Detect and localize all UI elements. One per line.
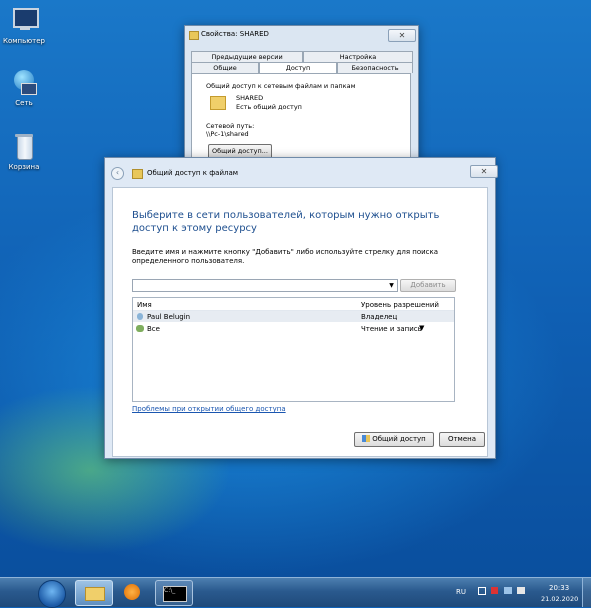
show-desktop-button[interactable] [582, 578, 591, 607]
network-icon [9, 68, 39, 96]
column-header-permission[interactable]: Уровень разрешений [361, 301, 439, 309]
desktop-icon-recycle-bin[interactable]: Корзина [0, 132, 54, 171]
row-permission: Владелец [361, 313, 398, 321]
properties-window: Свойства: SHARED ✕ Предыдущие версии Нас… [184, 25, 419, 162]
folder-icon [189, 31, 199, 40]
taskbar: C:\_ RU 20:33 21.02.2020 [0, 577, 591, 608]
terminal-icon: C:\_ [163, 586, 187, 602]
tabs-row-bottom: Общие Доступ Безопасность [191, 62, 413, 74]
add-button[interactable]: Добавить [400, 279, 456, 292]
desktop-icon-network[interactable]: Сеть [0, 68, 54, 107]
taskbar-cmd[interactable]: C:\_ [155, 580, 193, 606]
computer-icon [9, 6, 39, 34]
taskbar-explorer[interactable] [75, 580, 113, 606]
desktop-icon-label: Корзина [8, 163, 40, 171]
chevron-down-icon[interactable]: ▼ [387, 280, 396, 291]
language-indicator[interactable]: RU [456, 588, 466, 596]
network-path-label: Сетевой путь: [206, 122, 255, 130]
tray-expand-icon[interactable] [478, 587, 486, 595]
dialog-heading: Выберите в сети пользователей, которым н… [132, 210, 440, 234]
share-dialog: ‹ Общий доступ к файлам ✕ Выберите в сет… [104, 157, 498, 459]
dialog-content: Выберите в сети пользователей, которым н… [112, 187, 488, 457]
row-name: Paul Belugin [147, 313, 191, 321]
close-button[interactable]: ✕ [470, 165, 498, 178]
group-label: Общий доступ к сетевым файлам и папкам [206, 82, 356, 90]
share-button-label: Общий доступ [372, 435, 426, 443]
desktop-icon-computer[interactable]: Компьютер [0, 6, 54, 45]
tab-general[interactable]: Общие [191, 62, 259, 73]
tab-security[interactable]: Безопасность [337, 62, 413, 73]
table-row[interactable]: Все Чтение и запись ▼ [133, 323, 454, 334]
users-list: Имя Уровень разрешений Paul Belugin Влад… [132, 297, 455, 402]
column-header-name[interactable]: Имя [137, 301, 152, 309]
permission-dropdown-icon[interactable]: ▼ [419, 324, 424, 332]
row-name: Все [147, 325, 160, 333]
help-link[interactable]: Проблемы при открытии общего доступа [132, 405, 286, 413]
shared-folder-icon [210, 96, 226, 110]
share-users-icon [132, 169, 143, 179]
action-center-icon[interactable] [491, 587, 498, 594]
folder-icon [85, 587, 105, 601]
shield-icon [362, 435, 371, 442]
close-button[interactable]: ✕ [388, 29, 416, 42]
dialog-title: Общий доступ к файлам [147, 169, 239, 177]
media-player-icon [124, 584, 140, 600]
tabs-row-top: Предыдущие версии Настройка [191, 51, 413, 62]
desktop-icon-label: Компьютер [3, 37, 45, 45]
recycle-bin-icon [9, 132, 39, 160]
tab-customize[interactable]: Настройка [303, 51, 413, 62]
list-header: Имя Уровень разрешений [133, 298, 454, 311]
title-bar: ‹ Общий доступ к файлам ✕ [105, 158, 498, 187]
folder-name: SHARED [236, 94, 264, 102]
share-button[interactable]: Общий доступ [354, 432, 434, 447]
clock-date[interactable]: 21.02.2020 [541, 595, 578, 603]
user-name-input[interactable]: ▼ [132, 279, 398, 292]
cancel-button[interactable]: Отмена [439, 432, 485, 447]
folder-status: Есть общий доступ [236, 103, 302, 111]
group-icon [136, 325, 144, 332]
desktop-icon-label: Сеть [15, 99, 33, 107]
back-arrow-icon[interactable]: ‹ [111, 167, 124, 180]
clock-time[interactable]: 20:33 [549, 584, 569, 592]
sharing-panel: Общий доступ к сетевым файлам и папкам S… [191, 73, 411, 160]
taskbar-media-player[interactable] [114, 580, 150, 604]
row-permission[interactable]: Чтение и запись [361, 325, 422, 333]
volume-icon[interactable] [517, 587, 525, 594]
tab-previous-versions[interactable]: Предыдущие версии [191, 51, 303, 62]
title-bar: Свойства: SHARED ✕ [185, 26, 418, 44]
user-icon [137, 313, 143, 320]
network-tray-icon[interactable] [504, 587, 512, 594]
window-title: Свойства: SHARED [201, 30, 269, 38]
start-button[interactable] [38, 580, 66, 608]
table-row[interactable]: Paul Belugin Владелец [133, 311, 454, 322]
instruction-text: Введите имя и нажмите кнопку "Добавить" … [132, 248, 439, 265]
network-path: \\Pc-1\shared [206, 130, 249, 138]
